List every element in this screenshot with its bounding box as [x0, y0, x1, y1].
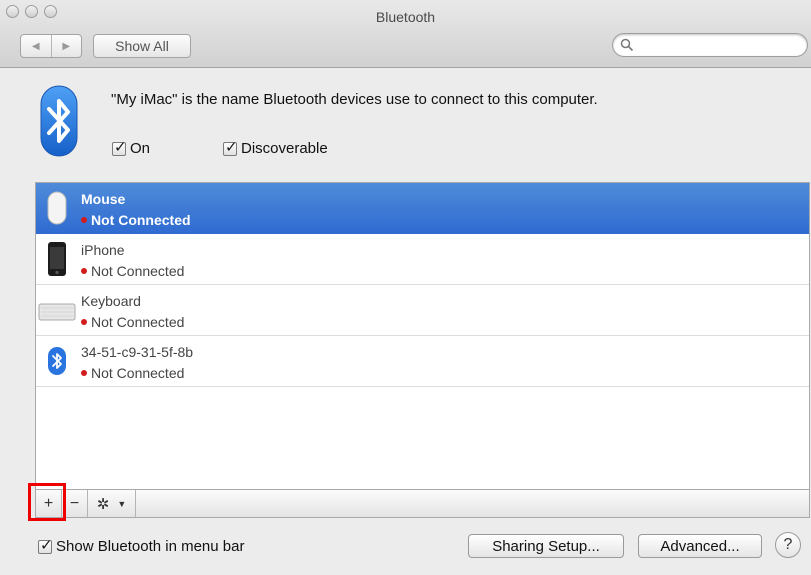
forward-button[interactable]: ▶	[50, 35, 82, 57]
status-dot	[81, 370, 87, 376]
bluetooth-icon	[48, 347, 66, 375]
help-button[interactable]: ?	[775, 532, 801, 558]
show-all-button[interactable]: Show All	[93, 34, 191, 58]
sharing-setup-button[interactable]: Sharing Setup...	[468, 534, 624, 558]
bluetooth-logo-icon	[40, 85, 78, 157]
back-button[interactable]: ◀	[21, 35, 51, 57]
keyboard-icon	[38, 303, 76, 321]
show-in-menubar-label: Show Bluetooth in menu bar	[56, 538, 245, 555]
device-status: Not Connected	[81, 365, 184, 381]
window-title: Bluetooth	[375, 9, 436, 25]
window-toolbar: Bluetooth ◀ ▶ Show All	[0, 0, 811, 68]
show-in-menubar-checkbox-box[interactable]: ✓	[38, 536, 53, 554]
search-field[interactable]	[612, 33, 808, 57]
device-name: Keyboard	[81, 293, 141, 309]
advanced-button[interactable]: Advanced...	[638, 534, 762, 558]
on-checkbox-label: On	[130, 140, 151, 157]
checkmark-icon: ✓	[225, 138, 238, 156]
forward-arrow-icon: ▶	[62, 40, 71, 52]
device-name: Mouse	[81, 191, 126, 207]
device-status-text: Not Connected	[91, 314, 185, 330]
device-list-toolbar: + − ✲ ▼	[35, 490, 810, 518]
checkmark-icon: ✓	[40, 536, 53, 554]
back-forward-control: ◀ ▶	[20, 34, 82, 58]
device-name: 34-51-c9-31-5f-8b	[81, 344, 194, 360]
device-list[interactable]: Mouse Not Connected iPhone Not Connected…	[35, 182, 810, 490]
device-row-iphone[interactable]: iPhone Not Connected	[36, 234, 809, 285]
device-status-text: Not Connected	[91, 212, 191, 228]
search-icon	[620, 38, 634, 52]
back-arrow-icon: ◀	[31, 40, 40, 52]
minus-icon: −	[69, 494, 80, 512]
discoverable-checkbox[interactable]: ✓ Discoverable	[223, 140, 328, 157]
mouse-icon	[47, 191, 67, 225]
device-status: Not Connected	[81, 212, 191, 228]
show-in-menubar-checkbox[interactable]: ✓ Show Bluetooth in menu bar	[38, 538, 244, 555]
dropdown-arrow-icon: ▼	[117, 498, 127, 509]
discoverable-checkbox-label: Discoverable	[241, 140, 328, 157]
device-row-keyboard[interactable]: Keyboard Not Connected	[36, 285, 809, 336]
discoverable-checkbox-box[interactable]: ✓	[223, 138, 238, 156]
device-row-mouse[interactable]: Mouse Not Connected	[36, 183, 809, 234]
action-menu-button[interactable]: ✲ ▼	[88, 490, 136, 517]
device-status: Not Connected	[81, 263, 184, 279]
bluetooth-name-description: "My iMac" is the name Bluetooth devices …	[111, 91, 598, 108]
device-name: iPhone	[81, 242, 125, 258]
device-row-unknown[interactable]: 34-51-c9-31-5f-8b Not Connected	[36, 336, 809, 387]
on-checkbox-box[interactable]: ✓	[112, 138, 127, 156]
status-dot	[81, 268, 87, 274]
gear-icon: ✲	[96, 495, 110, 513]
status-dot	[81, 217, 87, 223]
device-status-text: Not Connected	[91, 365, 185, 381]
iphone-icon	[48, 242, 66, 276]
checkmark-icon: ✓	[114, 138, 127, 156]
on-checkbox[interactable]: ✓ On	[112, 140, 150, 157]
status-dot	[81, 319, 87, 325]
device-status-text: Not Connected	[91, 263, 185, 279]
add-button-highlight	[28, 483, 66, 521]
device-status: Not Connected	[81, 314, 184, 330]
